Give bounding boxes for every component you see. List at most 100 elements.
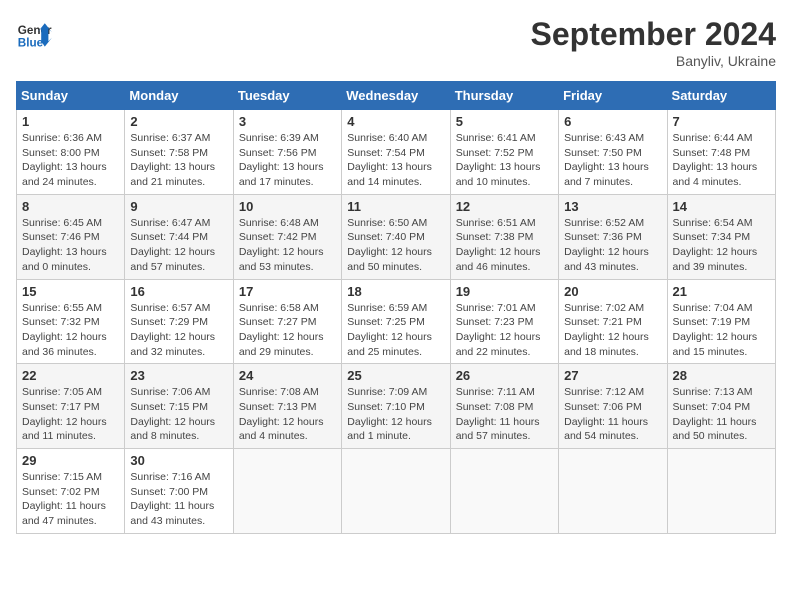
day-detail: Sunrise: 7:09 AMSunset: 7:10 PMDaylight:… xyxy=(347,385,444,444)
header-friday: Friday xyxy=(559,82,667,110)
header-sunday: Sunday xyxy=(17,82,125,110)
day-cell: 5 Sunrise: 6:41 AMSunset: 7:52 PMDayligh… xyxy=(450,110,558,195)
header-monday: Monday xyxy=(125,82,233,110)
day-cell: 20 Sunrise: 7:02 AMSunset: 7:21 PMDaylig… xyxy=(559,279,667,364)
day-detail: Sunrise: 6:51 AMSunset: 7:38 PMDaylight:… xyxy=(456,216,553,275)
day-number: 23 xyxy=(130,368,227,383)
day-number: 9 xyxy=(130,199,227,214)
day-cell: 24 Sunrise: 7:08 AMSunset: 7:13 PMDaylig… xyxy=(233,364,341,449)
day-number: 16 xyxy=(130,284,227,299)
day-cell: 29 Sunrise: 7:15 AMSunset: 7:02 PMDaylig… xyxy=(17,449,125,534)
day-number: 15 xyxy=(22,284,119,299)
day-number: 14 xyxy=(673,199,770,214)
day-detail: Sunrise: 7:02 AMSunset: 7:21 PMDaylight:… xyxy=(564,301,661,360)
day-cell: 18 Sunrise: 6:59 AMSunset: 7:25 PMDaylig… xyxy=(342,279,450,364)
week-row-5: 29 Sunrise: 7:15 AMSunset: 7:02 PMDaylig… xyxy=(17,449,776,534)
day-cell: 14 Sunrise: 6:54 AMSunset: 7:34 PMDaylig… xyxy=(667,194,775,279)
day-cell xyxy=(450,449,558,534)
day-detail: Sunrise: 6:41 AMSunset: 7:52 PMDaylight:… xyxy=(456,131,553,190)
calendar-table: Sunday Monday Tuesday Wednesday Thursday… xyxy=(16,81,776,534)
day-number: 25 xyxy=(347,368,444,383)
day-cell: 13 Sunrise: 6:52 AMSunset: 7:36 PMDaylig… xyxy=(559,194,667,279)
header-thursday: Thursday xyxy=(450,82,558,110)
day-number: 8 xyxy=(22,199,119,214)
day-cell: 3 Sunrise: 6:39 AMSunset: 7:56 PMDayligh… xyxy=(233,110,341,195)
day-cell: 22 Sunrise: 7:05 AMSunset: 7:17 PMDaylig… xyxy=(17,364,125,449)
day-cell: 17 Sunrise: 6:58 AMSunset: 7:27 PMDaylig… xyxy=(233,279,341,364)
day-detail: Sunrise: 7:16 AMSunset: 7:00 PMDaylight:… xyxy=(130,470,227,529)
day-detail: Sunrise: 6:48 AMSunset: 7:42 PMDaylight:… xyxy=(239,216,336,275)
day-cell: 6 Sunrise: 6:43 AMSunset: 7:50 PMDayligh… xyxy=(559,110,667,195)
day-detail: Sunrise: 6:54 AMSunset: 7:34 PMDaylight:… xyxy=(673,216,770,275)
day-number: 22 xyxy=(22,368,119,383)
day-detail: Sunrise: 7:06 AMSunset: 7:15 PMDaylight:… xyxy=(130,385,227,444)
header-wednesday: Wednesday xyxy=(342,82,450,110)
day-detail: Sunrise: 6:44 AMSunset: 7:48 PMDaylight:… xyxy=(673,131,770,190)
day-number: 11 xyxy=(347,199,444,214)
day-detail: Sunrise: 6:55 AMSunset: 7:32 PMDaylight:… xyxy=(22,301,119,360)
day-cell: 26 Sunrise: 7:11 AMSunset: 7:08 PMDaylig… xyxy=(450,364,558,449)
day-cell xyxy=(559,449,667,534)
day-number: 5 xyxy=(456,114,553,129)
day-cell: 4 Sunrise: 6:40 AMSunset: 7:54 PMDayligh… xyxy=(342,110,450,195)
day-cell: 10 Sunrise: 6:48 AMSunset: 7:42 PMDaylig… xyxy=(233,194,341,279)
day-cell: 30 Sunrise: 7:16 AMSunset: 7:00 PMDaylig… xyxy=(125,449,233,534)
day-cell: 23 Sunrise: 7:06 AMSunset: 7:15 PMDaylig… xyxy=(125,364,233,449)
day-number: 21 xyxy=(673,284,770,299)
day-number: 10 xyxy=(239,199,336,214)
day-cell xyxy=(233,449,341,534)
day-cell: 25 Sunrise: 7:09 AMSunset: 7:10 PMDaylig… xyxy=(342,364,450,449)
day-detail: Sunrise: 7:08 AMSunset: 7:13 PMDaylight:… xyxy=(239,385,336,444)
day-detail: Sunrise: 6:39 AMSunset: 7:56 PMDaylight:… xyxy=(239,131,336,190)
day-number: 20 xyxy=(564,284,661,299)
day-cell: 15 Sunrise: 6:55 AMSunset: 7:32 PMDaylig… xyxy=(17,279,125,364)
page-header: General Blue September 2024 Banyliv, Ukr… xyxy=(16,16,776,69)
day-number: 17 xyxy=(239,284,336,299)
day-detail: Sunrise: 6:52 AMSunset: 7:36 PMDaylight:… xyxy=(564,216,661,275)
header-saturday: Saturday xyxy=(667,82,775,110)
day-number: 1 xyxy=(22,114,119,129)
day-number: 3 xyxy=(239,114,336,129)
day-detail: Sunrise: 6:57 AMSunset: 7:29 PMDaylight:… xyxy=(130,301,227,360)
day-detail: Sunrise: 6:47 AMSunset: 7:44 PMDaylight:… xyxy=(130,216,227,275)
day-detail: Sunrise: 7:04 AMSunset: 7:19 PMDaylight:… xyxy=(673,301,770,360)
week-row-4: 22 Sunrise: 7:05 AMSunset: 7:17 PMDaylig… xyxy=(17,364,776,449)
day-cell: 27 Sunrise: 7:12 AMSunset: 7:06 PMDaylig… xyxy=(559,364,667,449)
day-detail: Sunrise: 7:13 AMSunset: 7:04 PMDaylight:… xyxy=(673,385,770,444)
week-row-2: 8 Sunrise: 6:45 AMSunset: 7:46 PMDayligh… xyxy=(17,194,776,279)
day-detail: Sunrise: 6:50 AMSunset: 7:40 PMDaylight:… xyxy=(347,216,444,275)
day-cell: 19 Sunrise: 7:01 AMSunset: 7:23 PMDaylig… xyxy=(450,279,558,364)
day-number: 12 xyxy=(456,199,553,214)
day-detail: Sunrise: 7:15 AMSunset: 7:02 PMDaylight:… xyxy=(22,470,119,529)
header-tuesday: Tuesday xyxy=(233,82,341,110)
month-title: September 2024 xyxy=(531,16,776,53)
weekday-header-row: Sunday Monday Tuesday Wednesday Thursday… xyxy=(17,82,776,110)
day-detail: Sunrise: 6:58 AMSunset: 7:27 PMDaylight:… xyxy=(239,301,336,360)
logo: General Blue xyxy=(16,16,52,52)
day-cell: 7 Sunrise: 6:44 AMSunset: 7:48 PMDayligh… xyxy=(667,110,775,195)
day-number: 27 xyxy=(564,368,661,383)
svg-text:Blue: Blue xyxy=(18,37,44,50)
day-number: 30 xyxy=(130,453,227,468)
day-detail: Sunrise: 6:43 AMSunset: 7:50 PMDaylight:… xyxy=(564,131,661,190)
day-detail: Sunrise: 7:01 AMSunset: 7:23 PMDaylight:… xyxy=(456,301,553,360)
day-number: 19 xyxy=(456,284,553,299)
day-detail: Sunrise: 6:59 AMSunset: 7:25 PMDaylight:… xyxy=(347,301,444,360)
day-cell: 9 Sunrise: 6:47 AMSunset: 7:44 PMDayligh… xyxy=(125,194,233,279)
day-number: 6 xyxy=(564,114,661,129)
location: Banyliv, Ukraine xyxy=(531,53,776,69)
day-cell: 2 Sunrise: 6:37 AMSunset: 7:58 PMDayligh… xyxy=(125,110,233,195)
day-detail: Sunrise: 6:45 AMSunset: 7:46 PMDaylight:… xyxy=(22,216,119,275)
day-number: 4 xyxy=(347,114,444,129)
day-cell: 11 Sunrise: 6:50 AMSunset: 7:40 PMDaylig… xyxy=(342,194,450,279)
day-number: 18 xyxy=(347,284,444,299)
day-cell: 1 Sunrise: 6:36 AMSunset: 8:00 PMDayligh… xyxy=(17,110,125,195)
day-cell: 12 Sunrise: 6:51 AMSunset: 7:38 PMDaylig… xyxy=(450,194,558,279)
day-number: 28 xyxy=(673,368,770,383)
week-row-3: 15 Sunrise: 6:55 AMSunset: 7:32 PMDaylig… xyxy=(17,279,776,364)
day-detail: Sunrise: 6:37 AMSunset: 7:58 PMDaylight:… xyxy=(130,131,227,190)
day-number: 7 xyxy=(673,114,770,129)
day-detail: Sunrise: 7:05 AMSunset: 7:17 PMDaylight:… xyxy=(22,385,119,444)
day-cell: 28 Sunrise: 7:13 AMSunset: 7:04 PMDaylig… xyxy=(667,364,775,449)
day-number: 26 xyxy=(456,368,553,383)
